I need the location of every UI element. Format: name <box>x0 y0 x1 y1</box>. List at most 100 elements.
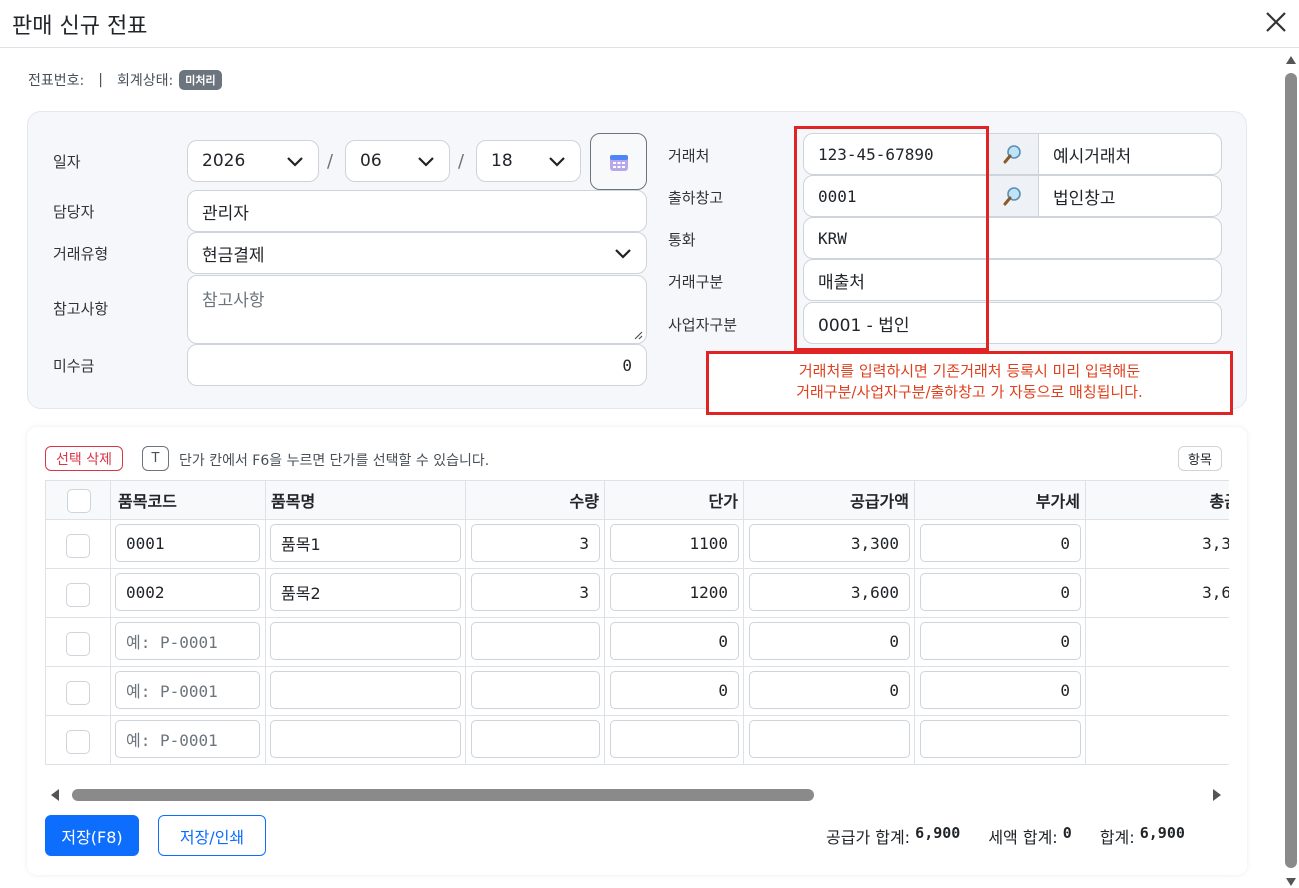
trade-type-select[interactable]: 현금결제 <box>187 232 647 274</box>
save-button[interactable]: 저장(F8) <box>45 815 139 856</box>
select-all-checkbox[interactable] <box>67 489 91 513</box>
total-value: 3,6 <box>1202 582 1229 602</box>
chevron-down-icon <box>615 249 631 259</box>
dialog-title: 판매 신규 전표 <box>12 14 148 39</box>
date-separator: / <box>458 151 465 172</box>
calendar-button[interactable] <box>590 133 647 190</box>
header-qty[interactable]: 수량 <box>466 480 605 520</box>
item-code-input[interactable]: 예: P-0001 <box>115 720 260 758</box>
day-value: 18 <box>491 151 513 171</box>
scroll-right-icon[interactable] <box>1212 789 1222 801</box>
resize-handle-icon[interactable] <box>633 330 643 340</box>
qty-input[interactable] <box>471 671 600 709</box>
row-checkbox[interactable] <box>66 681 90 705</box>
day-select[interactable]: 18 <box>476 140 581 182</box>
month-select[interactable]: 06 <box>345 140 450 182</box>
vertical-scrollbar[interactable] <box>1283 50 1299 888</box>
horizontal-scrollbar[interactable] <box>45 786 1229 804</box>
supply-total-label: 공급가 합계: <box>826 828 911 847</box>
memo-placeholder: 참고사항 <box>202 291 265 311</box>
manager-value: 관리자 <box>202 203 249 224</box>
table-cell <box>1086 618 1229 667</box>
header-name[interactable]: 품목명 <box>266 480 466 520</box>
horizontal-scroll-thumb[interactable] <box>72 789 814 801</box>
delete-selected-button[interactable]: 선택 삭제 <box>45 446 123 471</box>
client-name-input[interactable]: 예시거래처 <box>1038 133 1222 175</box>
vat-input[interactable]: 0 <box>920 573 1081 611</box>
vertical-scroll-thumb[interactable] <box>1285 73 1297 868</box>
price-input[interactable]: 0 <box>610 671 739 709</box>
vat-input[interactable] <box>920 720 1081 758</box>
year-select[interactable]: 2026 <box>187 140 319 182</box>
tax-total-value: 0 <box>1062 824 1072 842</box>
row-checkbox[interactable] <box>66 632 90 656</box>
item-code-input[interactable]: 예: P-0001 <box>115 622 260 660</box>
chevron-down-icon <box>549 157 565 167</box>
item-code-input[interactable]: 예: P-0001 <box>115 671 260 709</box>
scroll-left-icon[interactable] <box>50 789 60 801</box>
price-input[interactable]: 1100 <box>610 524 739 562</box>
slip-no-label: 전표번호: <box>28 73 85 89</box>
supply-input[interactable]: 0 <box>749 622 910 660</box>
grand-total-value: 6,900 <box>1139 824 1185 842</box>
biz-class-label: 사업자구분 <box>668 316 738 334</box>
supply-input[interactable] <box>749 720 910 758</box>
qty-input[interactable]: 3 <box>471 524 600 562</box>
header-vat[interactable]: 부가세 <box>915 480 1086 520</box>
header-total[interactable]: 총금 <box>1086 480 1229 520</box>
row-checkbox[interactable] <box>66 534 90 558</box>
items-table: 품목코드 품목명 수량 단가 공급가액 부가세 총금 0001 품목1 3 11… <box>45 480 1229 765</box>
close-icon[interactable] <box>1262 8 1290 36</box>
total-value: 3,3 <box>1202 533 1229 553</box>
item-name-input[interactable]: 품목2 <box>270 573 461 611</box>
item-code-input[interactable]: 0002 <box>115 573 260 611</box>
client-search-button[interactable] <box>987 133 1039 175</box>
status-badge: 미처리 <box>179 70 222 90</box>
warehouse-search-button[interactable] <box>987 175 1039 217</box>
qty-input[interactable] <box>471 622 600 660</box>
dialog-header: 판매 신규 전표 <box>0 0 1299 48</box>
supply-total-value: 6,900 <box>915 824 961 842</box>
table-cell <box>1086 667 1229 716</box>
item-name-input[interactable] <box>270 720 461 758</box>
row-checkbox[interactable] <box>66 583 90 607</box>
highlight-box <box>794 126 989 351</box>
price-input[interactable] <box>610 720 739 758</box>
manager-input[interactable]: 관리자 <box>187 190 647 232</box>
vat-input[interactable]: 0 <box>920 524 1081 562</box>
supply-input[interactable]: 0 <box>749 671 910 709</box>
notice-line-2: 거래구분/사업자구분/출하창고 가 자동으로 매칭됩니다. <box>796 383 1143 401</box>
memo-textarea[interactable]: 참고사항 <box>187 275 647 344</box>
item-name-input[interactable] <box>270 622 461 660</box>
receivable-input[interactable]: 0 <box>187 344 647 386</box>
date-separator: / <box>327 151 334 172</box>
item-name-input[interactable]: 품목1 <box>270 524 461 562</box>
warehouse-name-input[interactable]: 법인창고 <box>1038 175 1222 217</box>
item-name-input[interactable] <box>270 671 461 709</box>
date-label: 일자 <box>53 153 81 171</box>
row-checkbox[interactable] <box>66 730 90 754</box>
header-price[interactable]: 단가 <box>605 480 744 520</box>
manager-label: 담당자 <box>53 203 95 221</box>
trade-class-label: 거래구분 <box>668 273 724 291</box>
supply-input[interactable]: 3,300 <box>749 524 910 562</box>
vat-input[interactable]: 0 <box>920 671 1081 709</box>
price-input[interactable]: 0 <box>610 622 739 660</box>
chevron-down-icon <box>287 157 303 167</box>
item-code-input[interactable]: 0001 <box>115 524 260 562</box>
header-supply[interactable]: 공급가액 <box>744 480 915 520</box>
qty-input[interactable] <box>471 720 600 758</box>
vat-input[interactable]: 0 <box>920 622 1081 660</box>
columns-button[interactable]: 항목 <box>1178 446 1222 471</box>
client-label: 거래처 <box>668 147 710 165</box>
save-print-button[interactable]: 저장/인쇄 <box>158 815 266 856</box>
qty-input[interactable]: 3 <box>471 573 600 611</box>
price-input[interactable]: 1200 <box>610 573 739 611</box>
header-code[interactable]: 품목코드 <box>111 480 266 520</box>
year-value: 2026 <box>202 151 246 171</box>
scroll-down-icon[interactable] <box>1286 878 1296 886</box>
shortcut-key-badge: T <box>142 446 169 471</box>
supply-input[interactable]: 3,600 <box>749 573 910 611</box>
header-select-cell <box>45 480 111 520</box>
scroll-up-icon[interactable] <box>1286 56 1296 64</box>
